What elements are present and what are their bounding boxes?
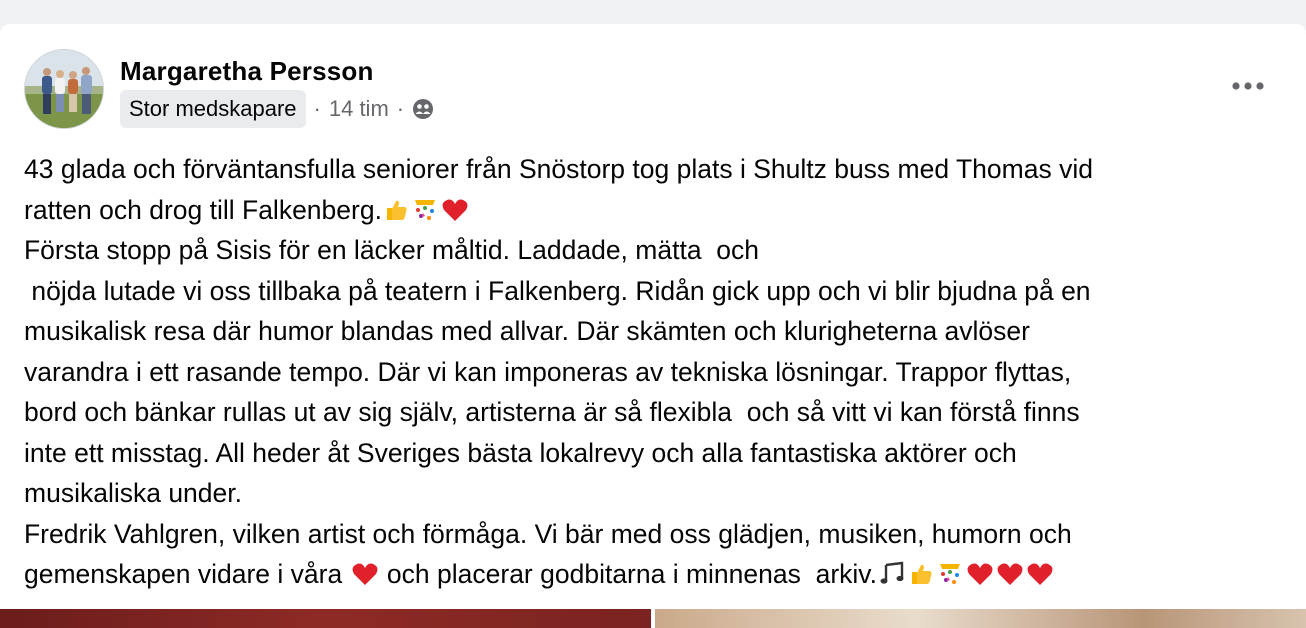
- more-options-button[interactable]: [1228, 66, 1268, 106]
- post-line-text: och placerar godbitarna i minnenas arkiv…: [379, 559, 877, 589]
- confetti-icon: [936, 558, 964, 599]
- post-line: musikalisk resa där humor blandas med al…: [24, 316, 1030, 346]
- post-photo[interactable]: [655, 609, 1306, 628]
- post-card: Margaretha Persson Stor medskapare · 14 …: [0, 24, 1306, 628]
- post-line: varandra i ett rasande tempo. Där vi kan…: [24, 356, 1072, 387]
- post-line-text: ratten och drog till Falkenberg.: [24, 194, 382, 225]
- meta-separator: ·: [396, 96, 405, 121]
- red-heart-icon: [441, 194, 469, 235]
- avatar-photo: [25, 50, 103, 128]
- thumbs-up-icon: [908, 558, 934, 599]
- post-line: bord och bänkar rullas ut av sig själv, …: [24, 397, 1080, 427]
- more-horizontal-icon: [1232, 82, 1264, 90]
- contributor-badge[interactable]: Stor medskapare: [120, 90, 306, 128]
- avatar[interactable]: [24, 49, 104, 129]
- post-line: inte ett misstag. All heder åt Sveriges …: [24, 437, 1017, 468]
- red-heart-icon: [996, 558, 1024, 599]
- red-heart-icon: [351, 558, 379, 599]
- red-heart-icon: [966, 558, 994, 599]
- post-line: Första stopp på Sisis för en läcker målt…: [24, 235, 760, 265]
- post-line: Fredrik Vahlgren, vilken artist och förm…: [24, 518, 1072, 549]
- music-notes-icon: [878, 558, 906, 599]
- post-line: gemenskapen vidare i våra och placerar g…: [24, 554, 1289, 595]
- post-photos: [0, 609, 1306, 628]
- red-heart-icon: [1026, 558, 1054, 599]
- post-timestamp[interactable]: 14 tim: [329, 96, 389, 122]
- post-photo[interactable]: [0, 609, 651, 628]
- post-line: ratten och drog till Falkenberg.: [24, 190, 1289, 231]
- thumbs-up-icon: [383, 194, 409, 235]
- post-line: nöjda lutade vi oss tillbaka på teatern …: [24, 275, 1091, 306]
- author-name[interactable]: Margaretha Persson: [120, 56, 374, 87]
- group-icon[interactable]: [412, 98, 434, 120]
- post-line-text: gemenskapen vidare i våra: [24, 559, 343, 589]
- post-body: 43 glada och förväntansfulla seniorer fr…: [24, 149, 1289, 595]
- confetti-icon: [411, 194, 439, 235]
- post-meta: Stor medskapare · 14 tim ·: [120, 90, 434, 128]
- post-line: 43 glada och förväntansfulla seniorer fr…: [24, 154, 1093, 184]
- meta-separator: ·: [313, 96, 321, 121]
- post-line: musikaliska under.: [24, 478, 242, 508]
